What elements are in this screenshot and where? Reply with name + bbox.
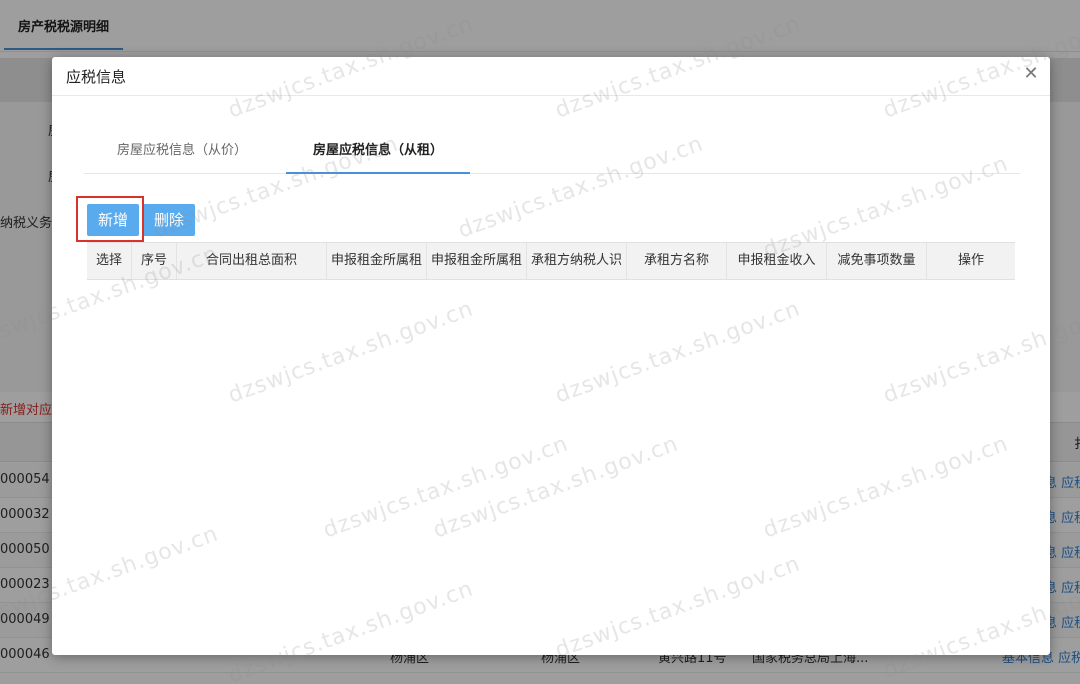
dialog-tabs: 房屋应税信息（从价） 房屋应税信息（从租） [84, 134, 1020, 174]
dialog-title: 应税信息 [66, 68, 127, 86]
taxable-info-dialog: 应税信息 ✕ 房屋应税信息（从价） 房屋应税信息（从租） 新增 删除 选择 序号… [52, 57, 1050, 655]
column-header: 申报租金所属租 [327, 243, 427, 279]
delete-button[interactable]: 删除 [143, 204, 195, 236]
column-header: 承租方名称 [627, 243, 727, 279]
rent-table-header: 选择 序号 合同出租总面积 申报租金所属租 申报租金所属租 承租方纳税人识 承租… [87, 242, 1015, 280]
add-button[interactable]: 新增 [87, 204, 139, 236]
column-header: 操作 [957, 253, 984, 268]
column-header: 序号 [132, 243, 177, 279]
tab-price-based[interactable]: 房屋应税信息（从价） [112, 134, 252, 174]
column-header: 选择 [87, 243, 132, 279]
rent-table-body [87, 280, 1015, 655]
column-header: 申报租金收入 [727, 243, 827, 279]
column-header: 承租方纳税人识 [527, 243, 627, 279]
column-header: 减免事项数量 [827, 243, 927, 279]
close-icon[interactable]: ✕ [1022, 65, 1040, 83]
column-header: 合同出租总面积 [177, 243, 327, 279]
column-header: 申报租金所属租 [427, 243, 527, 279]
tab-rent-based[interactable]: 房屋应税信息（从租） [286, 134, 470, 174]
dialog-header: 应税信息 ✕ [52, 57, 1050, 96]
